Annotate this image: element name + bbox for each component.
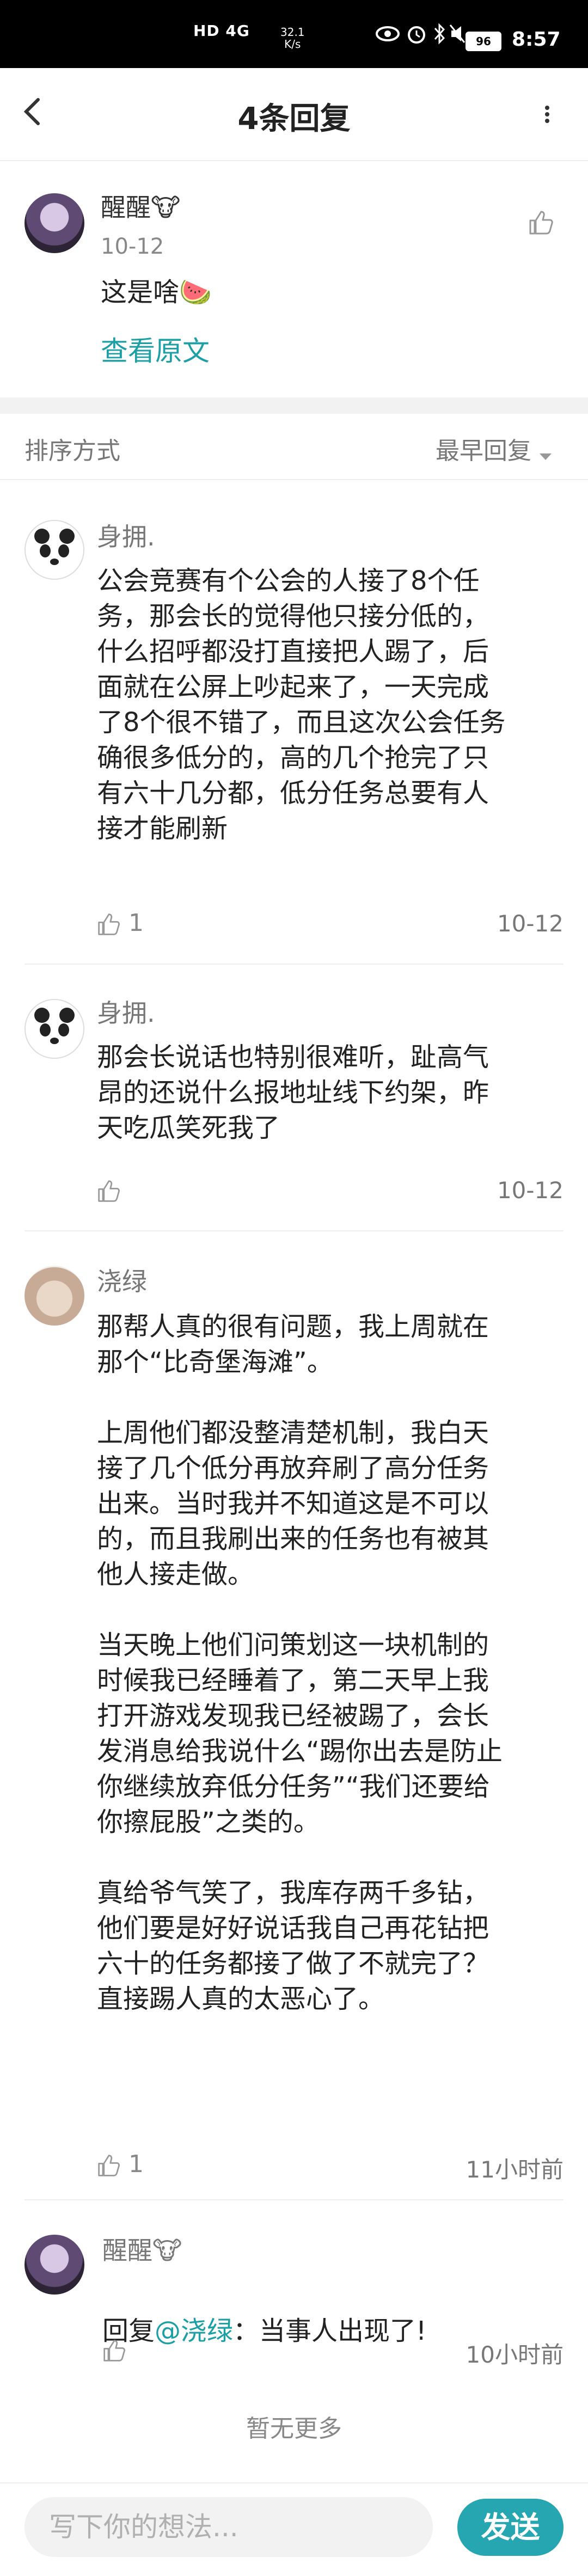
sort-value: 最早回复 bbox=[436, 437, 531, 465]
reply-time: 11小时前 bbox=[465, 2156, 564, 2183]
divider bbox=[0, 479, 588, 480]
reply-text: 公会竞赛有个公会的人接了8个任 务，那会长的觉得他只接分低的， 什么招呼都没打直… bbox=[97, 566, 506, 844]
network-indicator: HD 4G bbox=[193, 22, 250, 40]
page-title: 4条回复 bbox=[237, 101, 351, 137]
reply-like-button[interactable]: 1 bbox=[97, 2150, 144, 2178]
reply-time: 10-12 bbox=[497, 910, 564, 937]
reply-author[interactable]: 身拥. bbox=[97, 517, 155, 553]
divider bbox=[0, 2482, 588, 2483]
reply-time: 10-12 bbox=[497, 1177, 564, 1204]
reply-text: 那会长说话也特别很难听，趾高气 昂的还说什么报地址线下约架，昨 天吃瓜笑死我了 bbox=[97, 1042, 489, 1143]
sort-dropdown[interactable]: 最早回复 bbox=[436, 431, 553, 466]
mute-icon bbox=[449, 24, 465, 44]
like-count: 1 bbox=[128, 909, 144, 937]
header-divider bbox=[0, 160, 588, 161]
thumbs-up-icon bbox=[102, 2339, 126, 2363]
thumbs-up-icon bbox=[529, 211, 553, 235]
sort-label: 排序方式 bbox=[24, 437, 120, 465]
view-original-link[interactable]: 查看原文 bbox=[101, 329, 210, 369]
author-name[interactable]: 醒醒🐮 bbox=[101, 188, 180, 224]
alarm-icon bbox=[406, 23, 427, 45]
more-options-button[interactable] bbox=[536, 93, 558, 136]
reply-like-button[interactable] bbox=[102, 2335, 126, 2363]
network-speed: 32.1 K/s bbox=[280, 26, 305, 51]
avatar[interactable] bbox=[24, 193, 84, 253]
app-header: 4条回复 bbox=[0, 68, 588, 161]
clock: 8:57 bbox=[512, 28, 561, 51]
like-count: 1 bbox=[128, 2150, 144, 2178]
divider bbox=[24, 1230, 564, 1231]
thumbs-up-icon bbox=[97, 2154, 121, 2178]
reply-text: 那帮人真的很有问题，我上周就在 那个“比奇堡海滩”。 上周他们都没整清楚机制，我… bbox=[97, 1311, 503, 2014]
avatar[interactable] bbox=[24, 520, 84, 580]
thumbs-up-icon bbox=[97, 912, 121, 936]
send-button[interactable]: 发送 bbox=[457, 2499, 564, 2556]
section-divider bbox=[0, 397, 588, 414]
caret-down-icon bbox=[538, 451, 553, 462]
status-bar: HD 4G 32.1 K/s 96 8:57 bbox=[0, 0, 588, 68]
divider bbox=[24, 2199, 564, 2200]
divider bbox=[24, 964, 564, 965]
thumbs-up-icon bbox=[97, 1179, 121, 1203]
reply-like-button[interactable]: 1 bbox=[97, 909, 144, 937]
avatar[interactable] bbox=[24, 1266, 84, 1326]
comment-input[interactable]: 写下你的想法... bbox=[24, 2497, 433, 2557]
reply-text: ：当事人出现了! bbox=[233, 2316, 427, 2346]
like-button[interactable] bbox=[528, 210, 554, 236]
no-more-label: 暂无更多 bbox=[246, 2415, 342, 2443]
reply-like-button[interactable] bbox=[97, 1176, 121, 1204]
comment-date: 10-12 bbox=[101, 234, 164, 259]
battery-indicator: 96 bbox=[465, 32, 501, 51]
bluetooth-icon bbox=[433, 23, 446, 45]
reply-author[interactable]: 浇绿 bbox=[97, 1262, 147, 1298]
avatar[interactable] bbox=[24, 2235, 84, 2295]
reply-author[interactable]: 醒醒🐮 bbox=[102, 2231, 182, 2267]
mention-link[interactable]: @浇绿 bbox=[155, 2316, 233, 2346]
comment-text: 这是啥🍉 bbox=[101, 277, 212, 308]
reply-text-line: 回复@浇绿：当事人出现了! bbox=[102, 2278, 426, 2349]
reply-author[interactable]: 身拥. bbox=[97, 993, 155, 1029]
eye-icon bbox=[376, 24, 400, 44]
reply-time: 10小时前 bbox=[465, 2341, 564, 2368]
avatar[interactable] bbox=[24, 999, 84, 1059]
